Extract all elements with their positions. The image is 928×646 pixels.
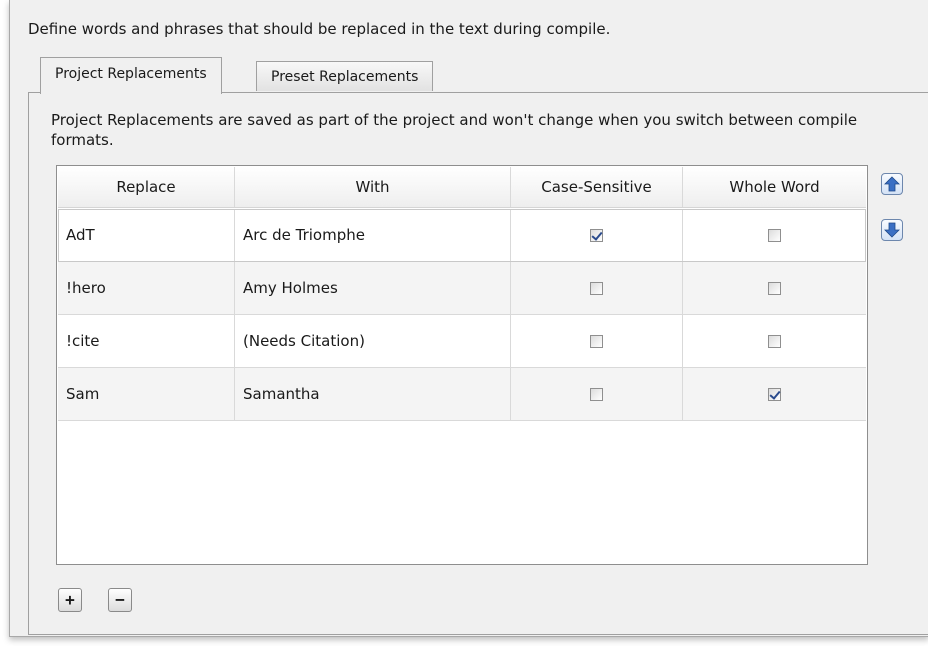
with-cell[interactable]: (Needs Citation) [235,315,511,367]
whole-word-cell [683,209,866,261]
arrow-up-icon [884,176,900,192]
tab-description: Project Replacements are saved as part o… [51,111,858,149]
case-sensitive-checkbox[interactable] [590,334,603,348]
replace-cell[interactable]: !hero [58,262,235,314]
with-cell[interactable]: Samantha [235,368,511,420]
replacements-panel: Define words and phrases that should be … [9,0,928,637]
table-row[interactable]: !cite (Needs Citation) [58,315,866,368]
whole-word-cell [683,368,866,420]
add-replacement-button[interactable]: + [58,588,82,612]
replace-cell[interactable]: AdT [58,209,235,261]
arrow-down-icon [884,222,900,238]
whole-word-cell [683,262,866,314]
case-sensitive-checkbox[interactable] [590,281,603,295]
whole-word-checkbox[interactable] [768,334,781,348]
case-sensitive-checkbox[interactable] [590,387,603,401]
tab-project-replacements[interactable]: Project Replacements [40,57,222,94]
move-down-button[interactable] [881,219,903,241]
replace-cell[interactable]: !cite [58,315,235,367]
column-header-with[interactable]: With [235,167,511,207]
case-sensitive-cell [511,368,683,420]
whole-word-cell [683,315,866,367]
tab-content: Project Replacements are saved as part o… [28,92,928,635]
table-row[interactable]: !hero Amy Holmes [58,262,866,315]
case-sensitive-cell [511,209,683,261]
remove-replacement-button[interactable]: − [108,588,132,612]
table-header: Replace With Case-Sensitive Whole Word [58,167,866,208]
tab-preset-replacements[interactable]: Preset Replacements [256,61,434,91]
whole-word-checkbox[interactable] [768,387,781,401]
replace-cell[interactable]: Sam [58,368,235,420]
table-row[interactable]: AdT Arc de Triomphe [58,209,866,262]
move-up-button[interactable] [881,173,903,195]
whole-word-checkbox[interactable] [768,281,781,295]
column-header-whole-word[interactable]: Whole Word [683,167,866,207]
intro-text: Define words and phrases that should be … [28,20,611,38]
case-sensitive-cell [511,262,683,314]
whole-word-checkbox[interactable] [768,228,781,242]
with-cell[interactable]: Amy Holmes [235,262,511,314]
table-row[interactable]: Sam Samantha [58,368,866,421]
case-sensitive-cell [511,315,683,367]
replacements-table[interactable]: Replace With Case-Sensitive Whole Word A… [56,165,868,565]
column-header-case-sensitive[interactable]: Case-Sensitive [511,167,683,207]
with-cell[interactable]: Arc de Triomphe [235,209,511,261]
column-header-replace[interactable]: Replace [58,167,235,207]
case-sensitive-checkbox[interactable] [590,228,603,242]
